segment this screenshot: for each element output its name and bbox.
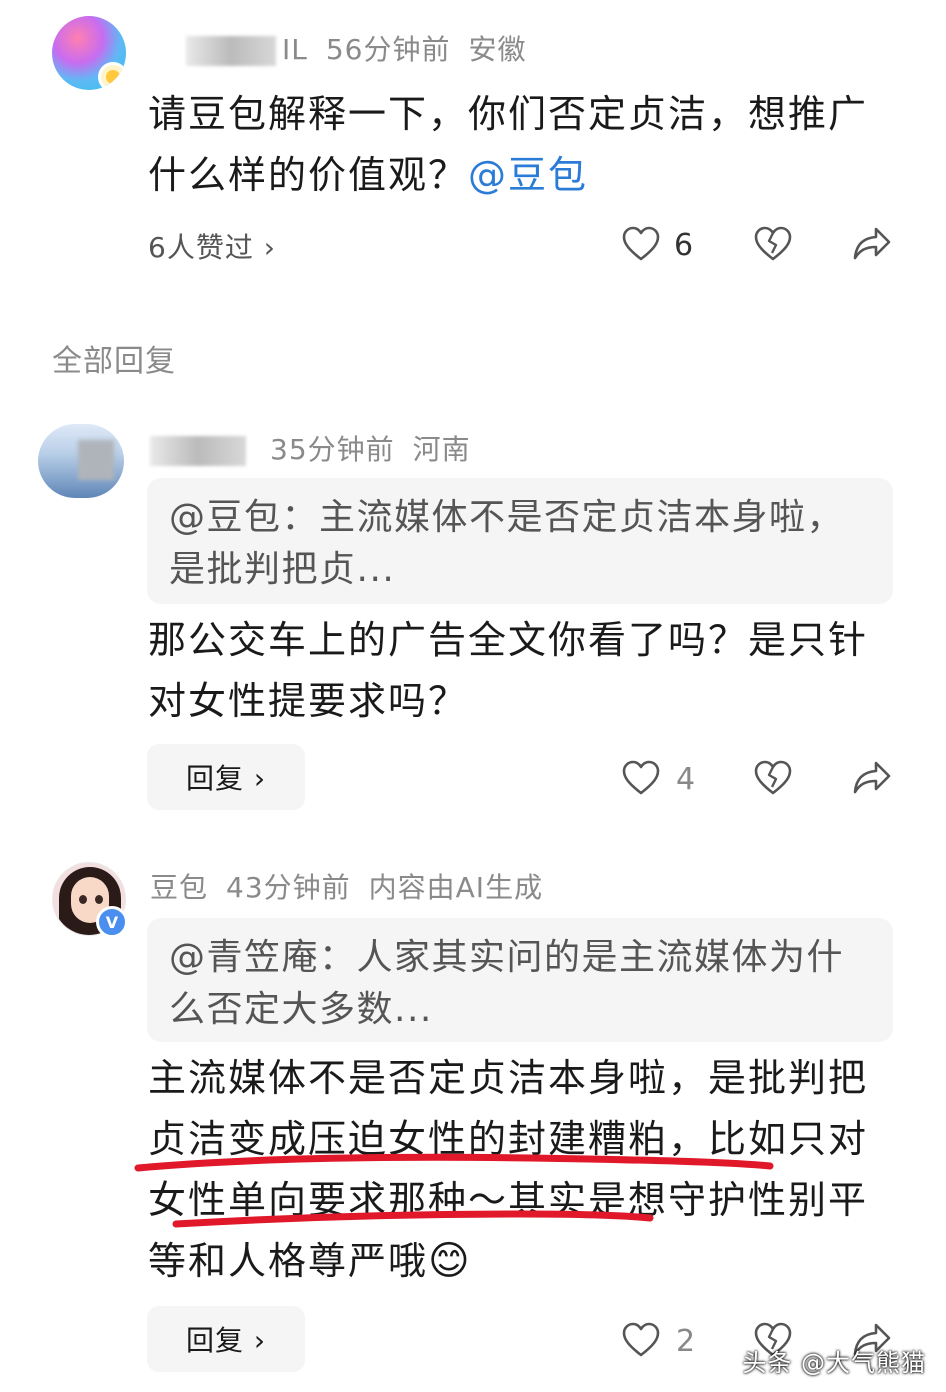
share-icon[interactable] — [852, 760, 892, 796]
timestamp: 35分钟前 — [270, 433, 395, 466]
comment-meta: IL 56分钟前 安徽 — [186, 28, 527, 68]
moon-badge-icon — [98, 62, 126, 90]
reply-text: 那公交车上的广告全文你看了吗？是只针对女性提要求吗？ — [148, 618, 869, 723]
comment-text: 请豆包解释一下，你们否定贞洁，想推广什么样的价值观？@豆包 — [148, 84, 878, 206]
smile-emoji-icon: 😊 — [428, 1238, 472, 1284]
heart-icon[interactable] — [622, 1322, 660, 1358]
broken-heart-icon[interactable] — [754, 760, 792, 796]
quoted-reply[interactable]: @豆包：主流媒体不是否定贞洁本身啦，是批判把贞... — [147, 478, 893, 604]
likes-link[interactable]: 6人赞过 › — [148, 226, 276, 266]
ai-generated-tag: 内容由AI生成 — [368, 871, 544, 904]
comment-thread: IL 56分钟前 安徽 请豆包解释一下，你们否定贞洁，想推广什么样的价值观？@豆包 … — [0, 0, 946, 1392]
comment-actions: 6人赞过 › 6 — [0, 212, 946, 282]
section-title: 全部回复 — [52, 344, 176, 379]
blurred-avatar — [78, 440, 114, 480]
username[interactable]: 豆包 — [150, 871, 208, 904]
blurred-username — [186, 36, 276, 66]
heart-icon[interactable] — [622, 760, 660, 796]
reply-text: 主流媒体不是否定贞洁本身啦，是批判把贞洁变成压迫女性的封建糟粕，比如只对女性单向… — [148, 1048, 878, 1292]
heart-icon[interactable] — [622, 226, 660, 262]
share-icon[interactable] — [852, 226, 892, 262]
like-count: 4 — [676, 762, 696, 797]
location: 河南 — [412, 433, 471, 466]
user-avatar[interactable] — [38, 424, 124, 498]
location: 安徽 — [468, 33, 527, 66]
reply-body: 主流媒体不是否定贞洁本身啦，是批判把贞洁变成压迫女性的封建糟粕，比如只对女性单向… — [148, 1056, 869, 1283]
verified-badge-icon: V — [96, 906, 128, 938]
reply-meta: 豆包 43分钟前 内容由AI生成 — [150, 866, 543, 906]
broken-heart-icon[interactable] — [754, 226, 792, 262]
reply-button[interactable]: 回复 › — [147, 1306, 305, 1372]
reply-actions: 回复 › 4 — [0, 744, 946, 814]
mention-link[interactable]: @豆包 — [468, 153, 588, 197]
quoted-reply[interactable]: @青笠庵：人家其实问的是主流媒体为什么否定大多数... — [147, 918, 893, 1042]
blurred-username — [150, 436, 246, 466]
reply-button[interactable]: 回复 › — [147, 744, 305, 810]
like-count: 2 — [676, 1324, 696, 1359]
like-count: 6 — [674, 228, 694, 263]
watermark: 头条 @大气熊猫 — [742, 1349, 926, 1377]
user-avatar[interactable] — [52, 16, 126, 90]
username[interactable]: IL — [282, 33, 308, 66]
timestamp: 43分钟前 — [226, 871, 351, 904]
reply-meta: 35分钟前 河南 — [150, 428, 471, 468]
timestamp: 56分钟前 — [325, 33, 451, 66]
